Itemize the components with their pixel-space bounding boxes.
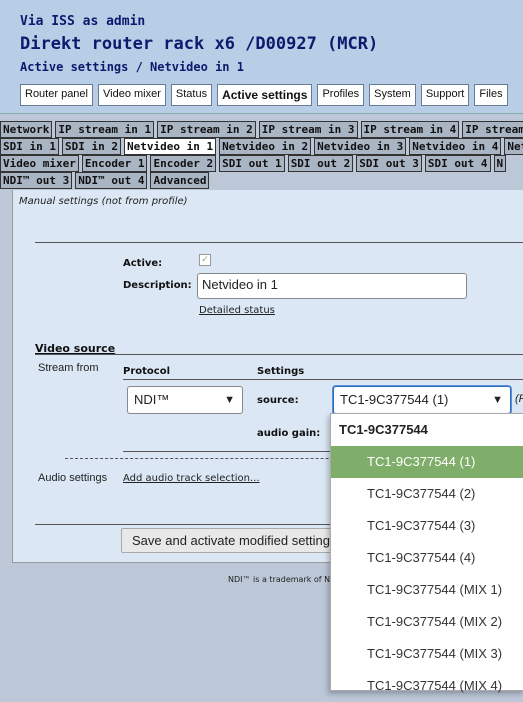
subtab-ip-stream-in-1[interactable]: IP stream in 1: [55, 121, 155, 138]
subtab-sdi-out-3[interactable]: SDI out 3: [356, 155, 422, 172]
source-suffix: (R: [515, 393, 523, 405]
subtab-sdi-out-4[interactable]: SDI out 4: [424, 155, 491, 172]
tab-support[interactable]: Support: [420, 84, 470, 106]
audio-gain-label: audio gain:: [257, 428, 321, 439]
breadcrumb: Active settings / Netvideo in 1: [20, 60, 244, 74]
source-label: source:: [257, 395, 299, 406]
subtab-ndi-out-4[interactable]: NDI™ out 4: [75, 172, 148, 189]
tab-files[interactable]: Files: [474, 84, 508, 106]
source-value: TC1-9C377544 (1): [340, 392, 449, 407]
subtab-sdi-out-1[interactable]: SDI out 1: [219, 155, 285, 172]
manual-settings-note: Manual settings (not from profile): [19, 196, 188, 207]
subtab-n-more[interactable]: N: [493, 155, 507, 172]
tab-system[interactable]: System: [369, 84, 416, 106]
settings-subtabs: Network IP stream in 1 IP stream in 2 IP…: [0, 121, 523, 190]
divider: [35, 354, 523, 355]
dropdown-option[interactable]: TC1-9C377544 (MIX 4): [331, 670, 523, 702]
subtab-netvideo-in-3[interactable]: Netvideo in 3: [314, 138, 407, 155]
dropdown-option[interactable]: TC1-9C377544 (MIX 2): [331, 606, 523, 638]
subtab-sdi-in-2[interactable]: SDI in 2: [61, 138, 121, 155]
dropdown-option[interactable]: TC1-9C377544 (MIX 3): [331, 638, 523, 670]
subtab-netvideo-in-1[interactable]: Netvideo in 1: [123, 138, 217, 155]
subtab-netvideo-in-4[interactable]: Netvideo in 4: [409, 138, 502, 155]
protocol-select[interactable]: NDI™ ▼: [127, 386, 243, 414]
subtab-ip-stream-in-2[interactable]: IP stream in 2: [157, 121, 256, 138]
protocol-value: NDI™: [134, 392, 170, 407]
subtab-ndi-out-3[interactable]: NDI™ out 3: [0, 172, 73, 189]
subtab-encoder-1[interactable]: Encoder 1: [81, 155, 148, 172]
login-info: Via ISS as admin: [20, 14, 146, 29]
device-title: Direkt router rack x6 /D00927 (MCR): [20, 34, 379, 54]
subtab-advanced[interactable]: Advanced: [150, 172, 210, 189]
audio-settings-label: Audio settings: [38, 472, 108, 484]
subtab-sdi-in-1[interactable]: SDI in 1: [0, 138, 59, 155]
settings-header: Settings: [257, 366, 305, 377]
chevron-down-icon: ▼: [492, 394, 503, 406]
divider: [35, 242, 523, 243]
subtab-ip-stream-in-3[interactable]: IP stream in 3: [258, 121, 358, 138]
add-audio-track-link[interactable]: Add audio track selection...: [123, 473, 260, 484]
chevron-down-icon: ▼: [224, 394, 235, 406]
active-label: Active:: [123, 258, 163, 269]
subtab-network[interactable]: Network: [0, 121, 53, 138]
source-select[interactable]: TC1-9C377544 (1) ▼: [333, 386, 511, 414]
top-nav: Router panel Video mixer Status Active s…: [20, 84, 508, 106]
tab-profiles[interactable]: Profiles: [317, 84, 365, 106]
description-label: Description:: [123, 280, 192, 291]
source-dropdown-list: TC1-9C377544 TC1-9C377544 (1) TC1-9C3775…: [330, 413, 523, 693]
subtab-netvideo-in-2[interactable]: Netvideo in 2: [219, 138, 312, 155]
dropdown-option[interactable]: TC1-9C377544 (3): [331, 510, 523, 542]
subtab-ip-stream-in-4[interactable]: IP stream in 4: [360, 121, 460, 138]
subtab-net-more[interactable]: Net: [504, 138, 523, 155]
detailed-status-link[interactable]: Detailed status: [199, 305, 275, 316]
dropdown-option[interactable]: TC1-9C377544 (4): [331, 542, 523, 574]
active-checkbox[interactable]: ✓: [199, 254, 211, 266]
dropdown-option[interactable]: TC1-9C377544 (2): [331, 478, 523, 510]
tab-active-settings[interactable]: Active settings: [217, 84, 313, 106]
subtab-ip-stream-more[interactable]: IP stream: [462, 121, 523, 138]
dropdown-option[interactable]: TC1-9C377544 (1): [331, 446, 523, 478]
subtab-encoder-2[interactable]: Encoder 2: [150, 155, 217, 172]
divider: [123, 379, 523, 380]
dropdown-option[interactable]: TC1-9C377544 (MIX 1): [331, 574, 523, 606]
page-header: Via ISS as admin Direkt router rack x6 /…: [0, 0, 523, 114]
tab-video-mixer[interactable]: Video mixer: [98, 84, 166, 106]
subtab-sdi-out-2[interactable]: SDI out 2: [287, 155, 354, 172]
dropdown-group-header: TC1-9C377544: [339, 422, 428, 437]
description-input[interactable]: Netvideo in 1: [197, 273, 467, 299]
tab-router-panel[interactable]: Router panel: [20, 84, 93, 106]
protocol-header: Protocol: [123, 366, 171, 377]
subtab-video-mixer[interactable]: Video mixer: [0, 155, 79, 172]
tab-status[interactable]: Status: [170, 84, 213, 106]
save-activate-button[interactable]: Save and activate modified settings: [121, 528, 351, 553]
stream-from-label: Stream from: [38, 362, 99, 374]
